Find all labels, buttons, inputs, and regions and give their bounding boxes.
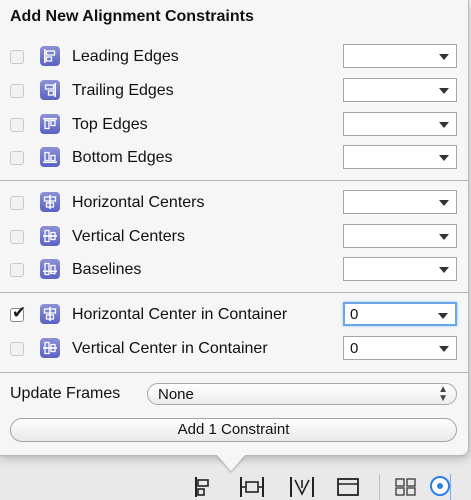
up-down-arrows-icon: ▲ ▼ [438, 384, 448, 404]
top-edges-checkbox[interactable] [10, 118, 24, 132]
zoom-indicator-icon[interactable] [430, 476, 450, 496]
trailing-edges-icon [40, 80, 60, 100]
horizontal-centers-offset-combo[interactable] [343, 190, 457, 214]
trailing-edges-checkbox[interactable] [10, 84, 24, 98]
resizing-icon[interactable] [334, 476, 362, 498]
chevron-down-icon[interactable] [439, 155, 449, 161]
vertical-center-container-offset-combo[interactable]: 0 [343, 336, 457, 360]
constraint-row-vertical-centers: Vertical Centers [0, 222, 469, 252]
section-divider [0, 292, 469, 293]
add-alignment-constraints-popover: Add New Alignment Constraints Leading Ed… [0, 0, 469, 456]
top-edges-icon [40, 114, 60, 134]
update-frames-label: Update Frames [10, 385, 121, 402]
resolve-issues-icon[interactable] [288, 476, 316, 498]
leading-edges-offset-combo[interactable] [343, 44, 457, 68]
constraint-row-baselines: Baselines [0, 255, 469, 285]
baselines-offset-combo[interactable] [343, 257, 457, 281]
align-icon[interactable] [192, 476, 220, 498]
constraint-row-horizontal-centers: Horizontal Centers [0, 188, 469, 218]
chevron-down-icon[interactable] [439, 122, 449, 128]
bottom-edges-label: Bottom Edges [72, 149, 173, 166]
bottom-edges-icon [40, 147, 60, 167]
toolbar-field-edge [450, 474, 471, 500]
constraint-row-bottom-edges: Bottom Edges [0, 143, 469, 173]
baselines-icon [40, 259, 60, 279]
leading-edges-icon [40, 46, 60, 66]
grid-icon[interactable] [392, 476, 420, 498]
checkmark-icon: ✔ [12, 303, 27, 322]
layout-toolbar [180, 474, 471, 500]
constraint-row-horizontal-center-container: ✔ Horizontal Center in Container 0 [0, 300, 469, 330]
chevron-down-icon[interactable] [439, 234, 449, 240]
vertical-center-container-icon [40, 338, 60, 358]
horizontal-center-container-icon [40, 304, 60, 324]
popover-arrow [217, 455, 245, 471]
vertical-centers-icon [40, 226, 60, 246]
constraint-row-top-edges: Top Edges [0, 110, 469, 140]
baselines-label: Baselines [72, 261, 142, 278]
leading-edges-label: Leading Edges [72, 48, 179, 65]
horizontal-centers-icon [40, 192, 60, 212]
baselines-checkbox[interactable] [10, 263, 24, 277]
chevron-down-icon[interactable] [439, 267, 449, 273]
top-edges-offset-combo[interactable] [343, 112, 457, 136]
bottom-edges-checkbox[interactable] [10, 151, 24, 165]
section-divider [0, 372, 469, 373]
chevron-down-icon[interactable] [438, 313, 448, 319]
vertical-centers-checkbox[interactable] [10, 230, 24, 244]
trailing-edges-label: Trailing Edges [72, 82, 174, 99]
constraint-row-leading-edges: Leading Edges [0, 42, 469, 72]
constraint-row-vertical-center-container: Vertical Center in Container 0 [0, 334, 469, 364]
leading-edges-checkbox[interactable] [10, 50, 24, 64]
horizontal-centers-checkbox[interactable] [10, 196, 24, 210]
horizontal-centers-label: Horizontal Centers [72, 194, 205, 211]
chevron-down-icon[interactable] [439, 346, 449, 352]
section-divider [0, 180, 469, 181]
vertical-centers-offset-combo[interactable] [343, 224, 457, 248]
chevron-down-icon[interactable] [439, 54, 449, 60]
horizontal-center-container-checkbox[interactable]: ✔ [10, 304, 26, 322]
vertical-center-container-label: Vertical Center in Container [72, 340, 268, 357]
update-frames-popup[interactable]: None ▲ ▼ [147, 383, 457, 405]
top-edges-label: Top Edges [72, 116, 148, 133]
trailing-edges-offset-combo[interactable] [343, 78, 457, 102]
constraint-row-trailing-edges: Trailing Edges [0, 76, 469, 106]
popover-title: Add New Alignment Constraints [10, 8, 254, 25]
pin-icon[interactable] [238, 476, 266, 498]
chevron-down-icon[interactable] [439, 200, 449, 206]
add-constraints-button[interactable]: Add 1 Constraint [10, 418, 457, 442]
update-frames-value: None [158, 386, 194, 403]
toolbar-separator [379, 474, 380, 500]
vertical-center-container-checkbox[interactable] [10, 342, 24, 356]
chevron-down-icon[interactable] [439, 88, 449, 94]
horizontal-center-container-label: Horizontal Center in Container [72, 306, 288, 323]
vertical-centers-label: Vertical Centers [72, 228, 185, 245]
horizontal-center-container-offset-combo[interactable]: 0 [343, 302, 457, 326]
bottom-edges-offset-combo[interactable] [343, 145, 457, 169]
